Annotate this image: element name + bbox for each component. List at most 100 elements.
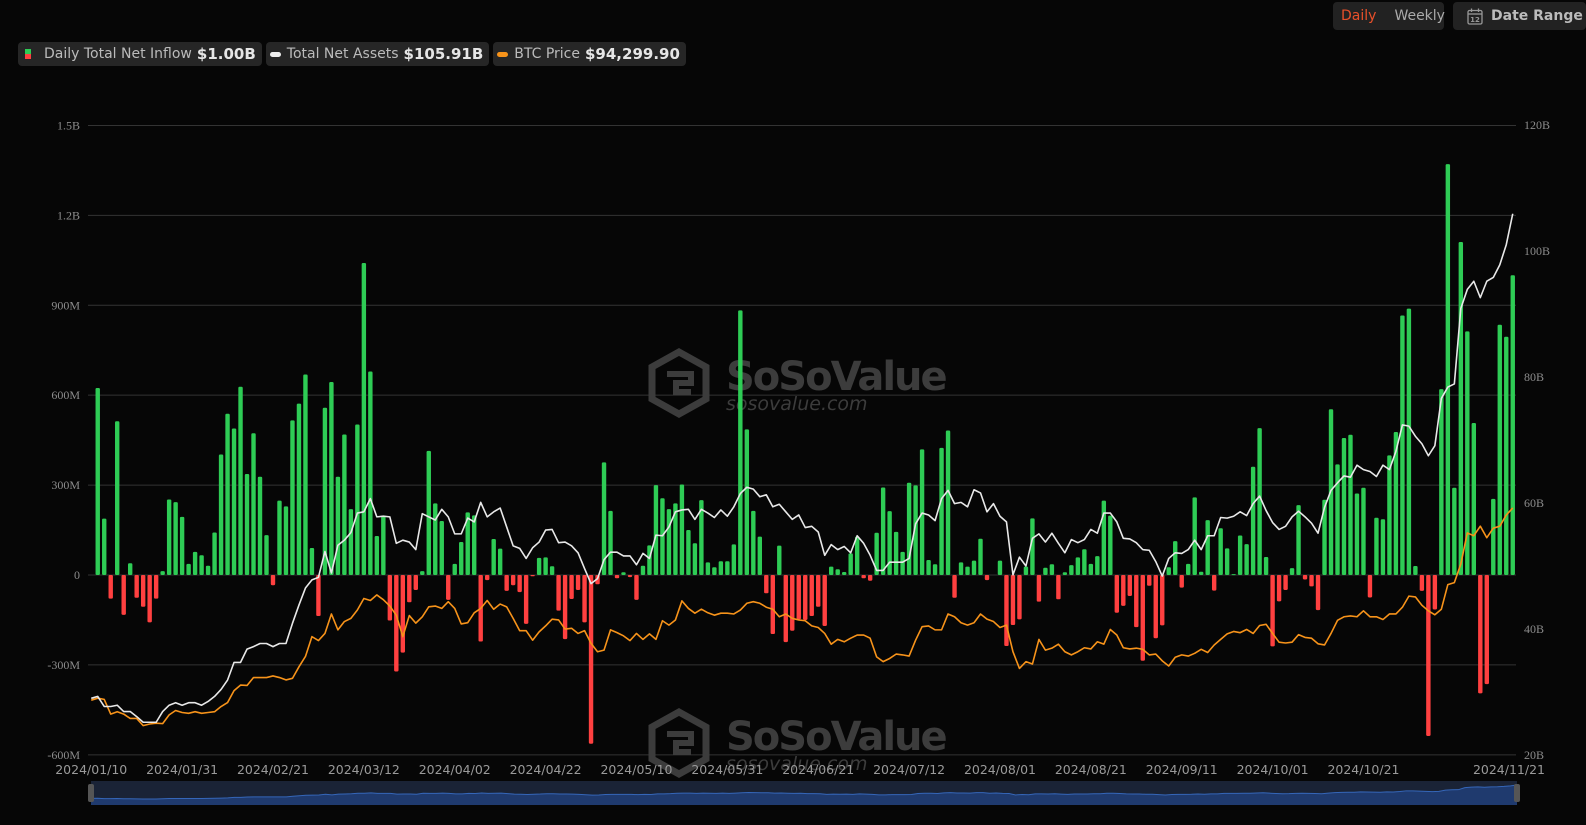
inflow-bar[interactable] [523,575,529,624]
inflow-bar[interactable] [569,575,574,599]
inflow-bar[interactable] [1088,563,1094,575]
inflow-bar[interactable] [1458,242,1464,575]
inflow-bar[interactable] [517,575,522,593]
inflow-bar[interactable] [854,536,860,575]
inflow-bar[interactable] [1231,574,1236,576]
inflow-bar[interactable] [686,530,691,575]
inflow-bar[interactable] [1380,519,1386,575]
inflow-bar[interactable] [725,561,730,575]
inflow-bar[interactable] [1218,528,1223,575]
inflow-bar[interactable] [1147,575,1152,586]
inflow-bar[interactable] [1445,164,1451,575]
inflow-bar[interactable] [147,575,152,623]
inflow-bar[interactable] [251,433,256,575]
inflow-bar[interactable] [309,548,315,575]
inflow-bar[interactable] [1413,566,1418,575]
inflow-bar[interactable] [303,374,308,575]
inflow-bar[interactable] [1478,575,1483,694]
inflow-bar[interactable] [790,575,795,631]
inflow-bar[interactable] [829,566,834,575]
inflow-bar[interactable] [549,566,555,575]
inflow-bar[interactable] [439,521,444,575]
inflow-bar[interactable] [387,575,393,621]
inflow-bar[interactable] [1056,575,1061,600]
inflow-bar[interactable] [374,536,380,575]
inflow-bar[interactable] [484,575,490,581]
inflow-bar[interactable] [452,563,457,575]
inflow-bar[interactable] [420,571,425,575]
inflow-bar[interactable] [1296,505,1301,575]
inflow-bar[interactable] [536,557,542,575]
inflow-bar[interactable] [1095,556,1100,575]
inflow-bar[interactable] [816,575,821,607]
inflow-bar[interactable] [491,539,496,575]
inflow-bar[interactable] [822,575,827,626]
inflow-bar[interactable] [906,482,912,575]
inflow-bar[interactable] [348,509,354,575]
inflow-bar[interactable] [1205,520,1210,575]
inflow-bar[interactable] [257,476,263,575]
inflow-bar[interactable] [809,575,814,617]
inflow-bar[interactable] [316,575,321,617]
inflow-bar[interactable] [335,476,341,575]
inflow-bar[interactable] [1471,423,1477,575]
inflow-bar[interactable] [731,544,737,575]
inflow-bar[interactable] [575,575,581,590]
inflow-bar[interactable] [1289,568,1295,575]
inflow-bar[interactable] [192,551,198,575]
inflow-bar[interactable] [978,538,983,575]
inflow-bar[interactable] [770,575,775,635]
inflow-bar[interactable] [861,575,866,579]
inflow-bar[interactable] [841,572,847,575]
inflow-bar[interactable] [368,371,373,575]
inflow-bar[interactable] [1400,315,1405,575]
inflow-bar[interactable] [1082,549,1087,575]
inflow-bar[interactable] [329,381,334,575]
inflow-bar[interactable] [283,506,289,575]
inflow-bar[interactable] [1134,575,1139,628]
inflow-bar[interactable] [939,447,944,575]
inflow-bar[interactable] [459,542,464,575]
inflow-bar[interactable] [1069,565,1074,575]
inflow-bar[interactable] [919,449,925,575]
inflow-bar[interactable] [1497,324,1502,575]
inflow-bar[interactable] [1419,575,1425,591]
inflow-bar[interactable] [1075,557,1081,575]
inflow-bar[interactable] [160,571,165,575]
inflow-bar[interactable] [510,575,516,586]
inflow-bar[interactable] [433,503,438,575]
inflow-bar[interactable] [179,516,185,575]
inflow-bar[interactable] [627,575,633,578]
inflow-bar[interactable] [738,310,743,575]
inflow-bar[interactable] [1198,571,1204,575]
inflow-bar[interactable] [1108,515,1113,575]
inflow-bar[interactable] [997,560,1003,575]
inflow-bar[interactable] [1140,575,1145,661]
inflow-bar[interactable] [556,575,561,611]
inflow-bar[interactable] [543,557,548,575]
inflow-bar[interactable] [381,515,386,575]
inflow-bar[interactable] [984,575,990,581]
inflow-bar[interactable] [1283,575,1288,590]
inflow-bar[interactable] [640,565,646,575]
inflow-bar[interactable] [296,403,302,575]
inflow-bar[interactable] [1309,575,1314,587]
inflow-bar[interactable] [1276,575,1282,602]
inflow-bar[interactable] [1173,541,1178,575]
inflow-bar[interactable] [264,535,269,575]
inflow-bar[interactable] [413,575,418,590]
inflow-bar[interactable] [446,575,451,600]
inflow-bar[interactable] [1361,487,1366,575]
inflow-bar[interactable] [225,413,230,575]
inflow-bar[interactable] [1257,428,1262,575]
inflow-bar[interactable] [121,575,126,615]
inflow-bar[interactable] [1192,497,1197,575]
inflow-bar[interactable] [1484,575,1489,685]
slider-handle-right[interactable] [1514,784,1520,802]
inflow-bar[interactable] [958,562,964,575]
inflow-bar[interactable] [608,510,613,575]
inflow-bar[interactable] [1043,567,1048,575]
inflow-bar[interactable] [1302,575,1308,580]
inflow-bar[interactable] [1348,434,1353,575]
inflow-bar[interactable] [1452,487,1457,575]
